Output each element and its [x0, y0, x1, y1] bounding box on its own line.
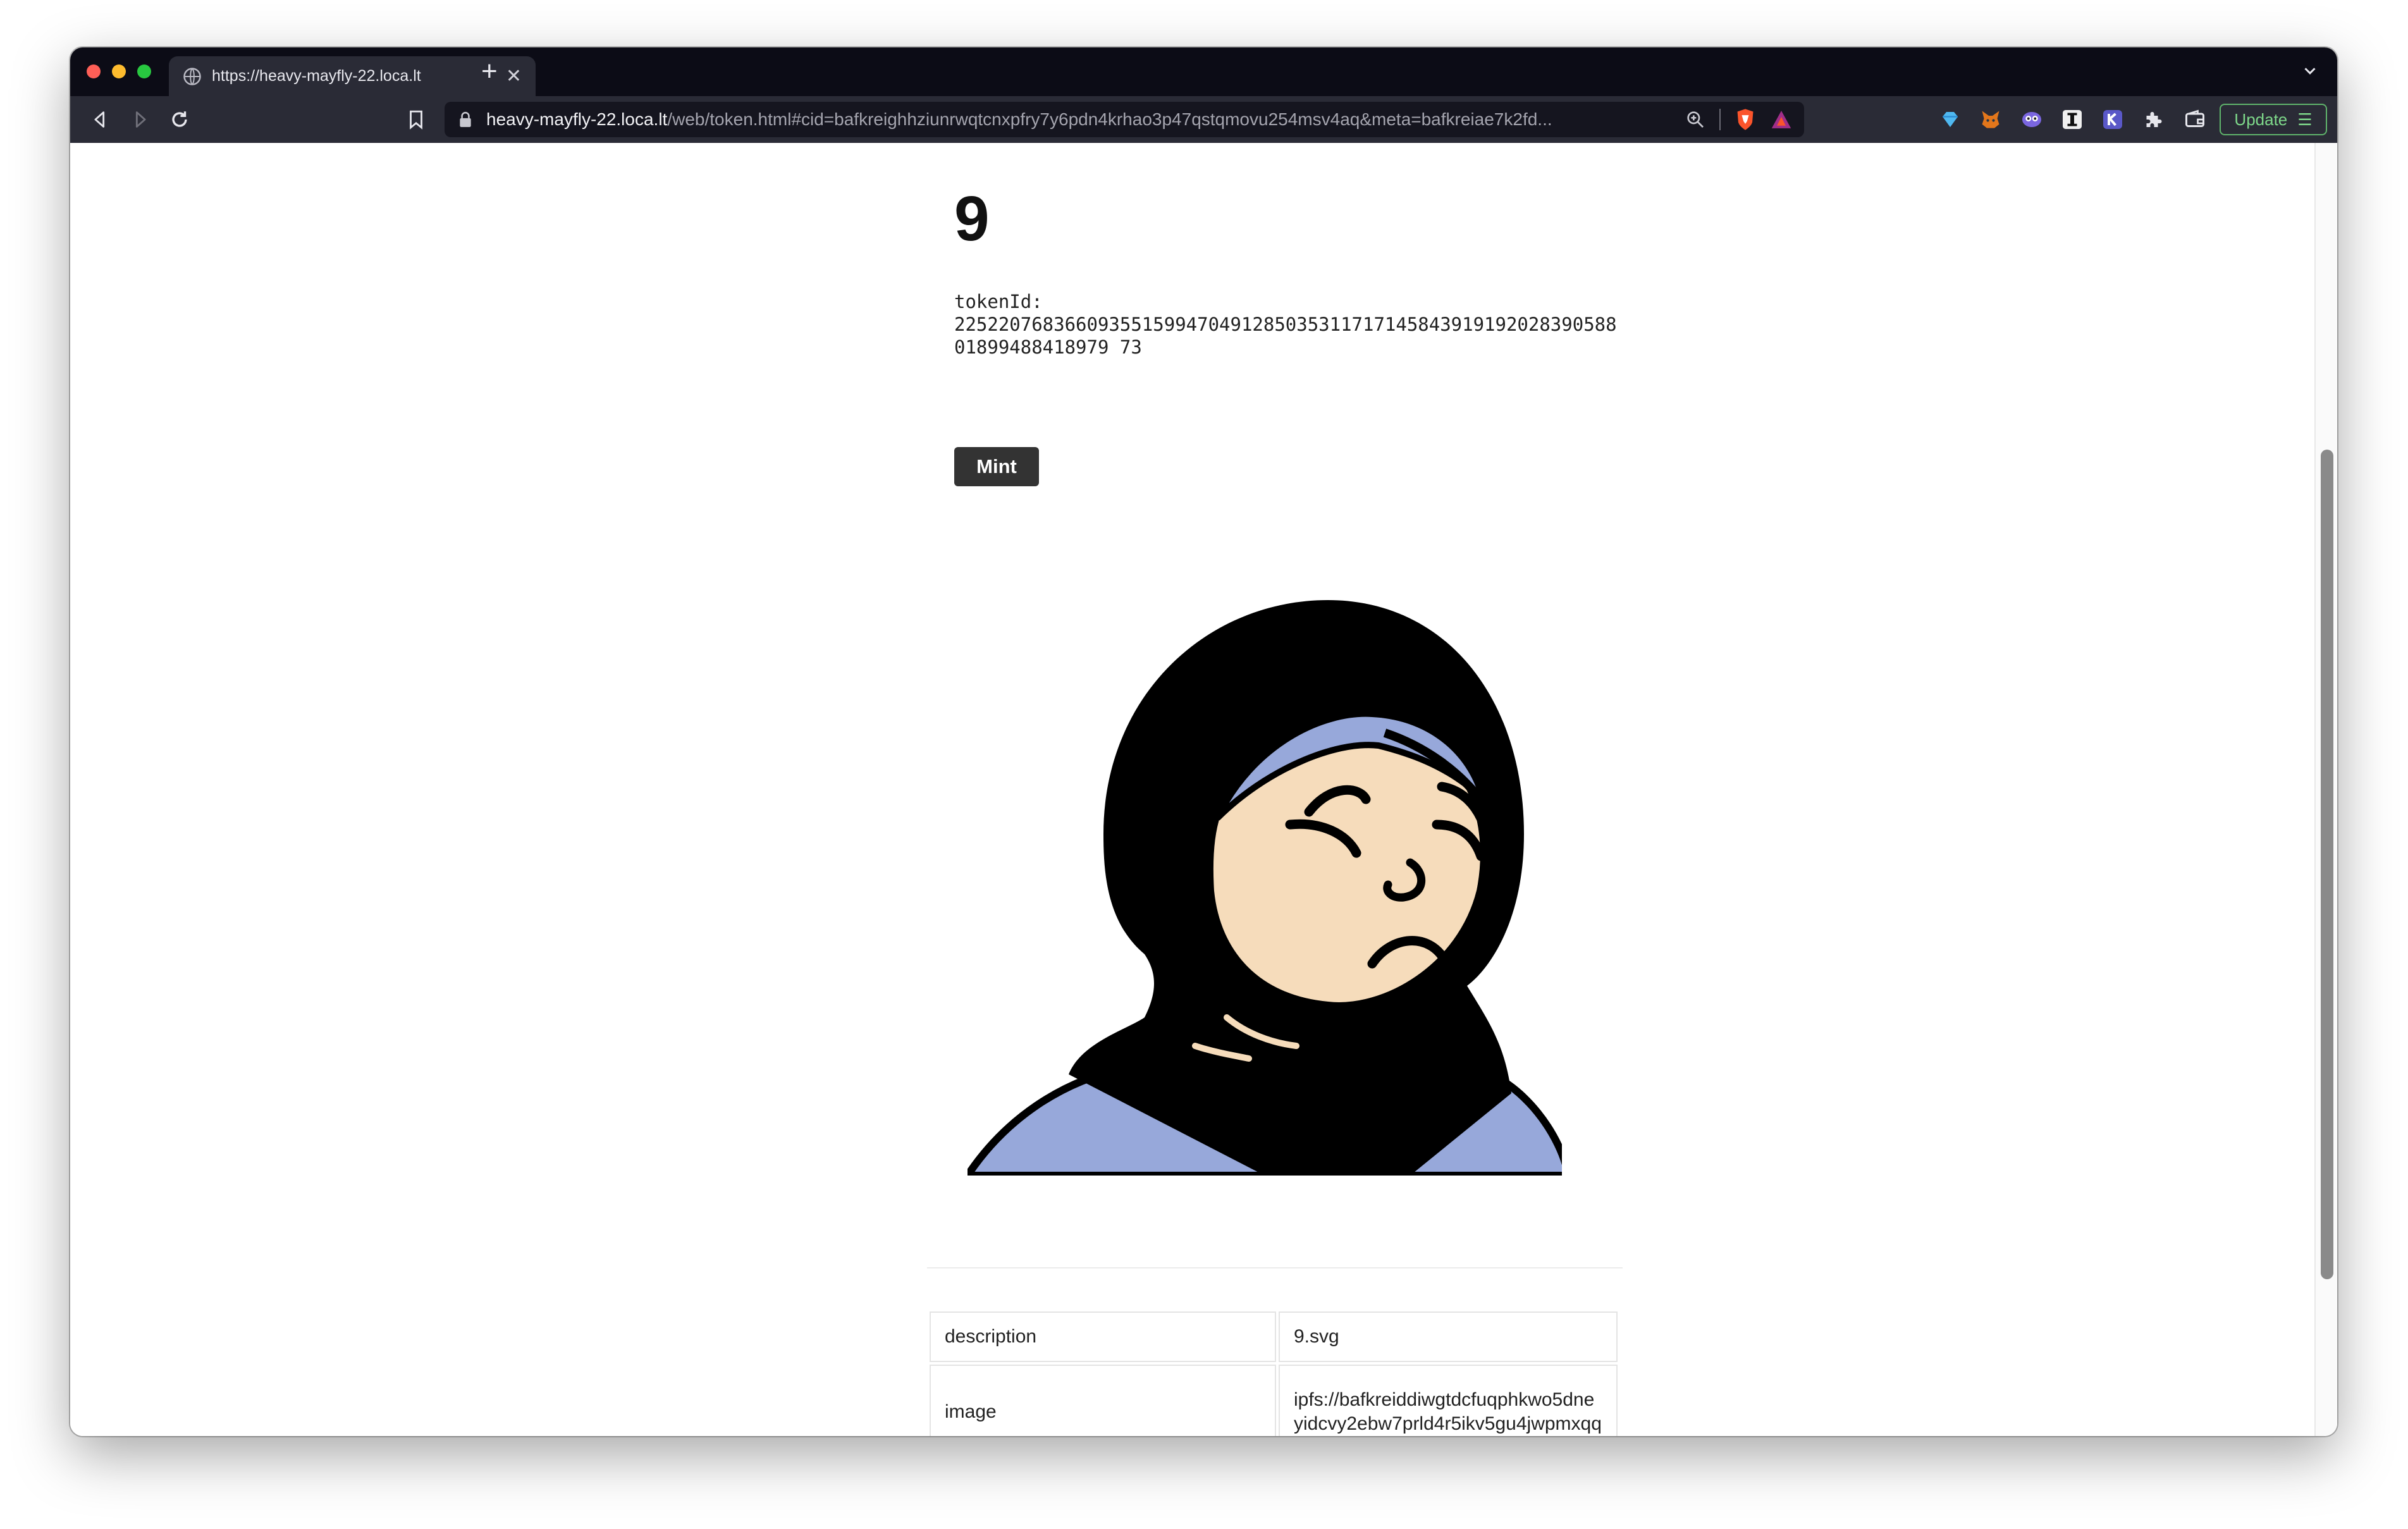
separator — [1719, 109, 1721, 130]
puzzle-icon[interactable] — [2142, 108, 2165, 131]
brave-shields-icon[interactable] — [1735, 108, 1756, 131]
tab-title: https://heavy-mayfly-22.loca.lt — [212, 67, 421, 85]
nft-artwork-image — [968, 600, 1562, 1176]
forward-icon[interactable] — [130, 109, 151, 130]
zoom-window-button[interactable] — [137, 64, 151, 78]
minimize-window-button[interactable] — [112, 64, 126, 78]
metadata-key: image — [930, 1365, 1276, 1436]
globe-icon — [183, 67, 201, 85]
tab-active[interactable]: https://heavy-mayfly-22.loca.lt ✕ — [169, 56, 536, 96]
toolbar: heavy-mayfly-22.loca.lt /web/token.html#… — [70, 96, 2337, 143]
close-window-button[interactable] — [87, 64, 101, 78]
token-title: 9 — [954, 183, 990, 254]
mint-button[interactable]: Mint — [954, 447, 1039, 486]
address-bar-icons — [1685, 108, 1793, 131]
wallet-icon[interactable] — [2184, 108, 2206, 131]
token-id-value: 2252207683660935515994704912850353117171… — [954, 314, 1617, 358]
browser-window: https://heavy-mayfly-22.loca.lt ✕ + heav… — [70, 47, 2337, 1436]
chevron-down-icon[interactable] — [2300, 61, 2319, 80]
close-tab-icon[interactable]: ✕ — [506, 66, 522, 86]
new-tab-button[interactable]: + — [481, 58, 498, 85]
divider — [927, 1267, 1623, 1268]
tab-strip: https://heavy-mayfly-22.loca.lt ✕ + — [70, 47, 2337, 96]
owl-extension-icon[interactable] — [2020, 108, 2043, 131]
k-extension-icon[interactable] — [2101, 108, 2124, 131]
address-bar[interactable]: heavy-mayfly-22.loca.lt /web/token.html#… — [445, 102, 1804, 137]
table-row: description 9.svg — [930, 1311, 1618, 1362]
metamask-fox-icon[interactable] — [1979, 108, 2002, 131]
url-path: /web/token.html#cid=bafkreighhziunrwqtcn… — [667, 109, 1552, 129]
bookmark-icon[interactable] — [405, 109, 427, 130]
scrollbar[interactable] — [2314, 143, 2337, 1436]
metadata-value: ipfs://bafkreiddiwgtdcfuqphkwo5dneyidcvy… — [1279, 1365, 1618, 1436]
lock-icon — [460, 111, 471, 127]
menu-icon: ☰ — [2297, 109, 2313, 129]
metadata-value: 9.svg — [1279, 1311, 1618, 1362]
reload-icon[interactable] — [169, 109, 190, 130]
scrollbar-thumb[interactable] — [2321, 450, 2333, 1279]
token-id-block: tokenId: 2252207683660935515994704912850… — [954, 290, 1618, 359]
table-row: image ipfs://bafkreiddiwgtdcfuqphkwo5dne… — [930, 1365, 1618, 1436]
brave-rewards-icon[interactable] — [1770, 109, 1793, 130]
diamond-extension-icon[interactable] — [1939, 108, 1962, 131]
page-viewport: 9 tokenId: 22522076836609355159947049128… — [70, 143, 2337, 1436]
update-button-label: Update — [2234, 109, 2288, 129]
token-id-label: tokenId: — [954, 291, 1043, 312]
zoom-icon[interactable] — [1685, 109, 1705, 130]
i-extension-icon[interactable] — [2061, 108, 2084, 131]
url-host: heavy-mayfly-22.loca.lt — [486, 109, 668, 129]
update-button[interactable]: Update ☰ — [2220, 104, 2327, 135]
back-icon[interactable] — [89, 109, 111, 130]
metadata-table: description 9.svg image ipfs://bafkreidd… — [927, 1309, 1620, 1436]
metadata-key: description — [930, 1311, 1276, 1362]
